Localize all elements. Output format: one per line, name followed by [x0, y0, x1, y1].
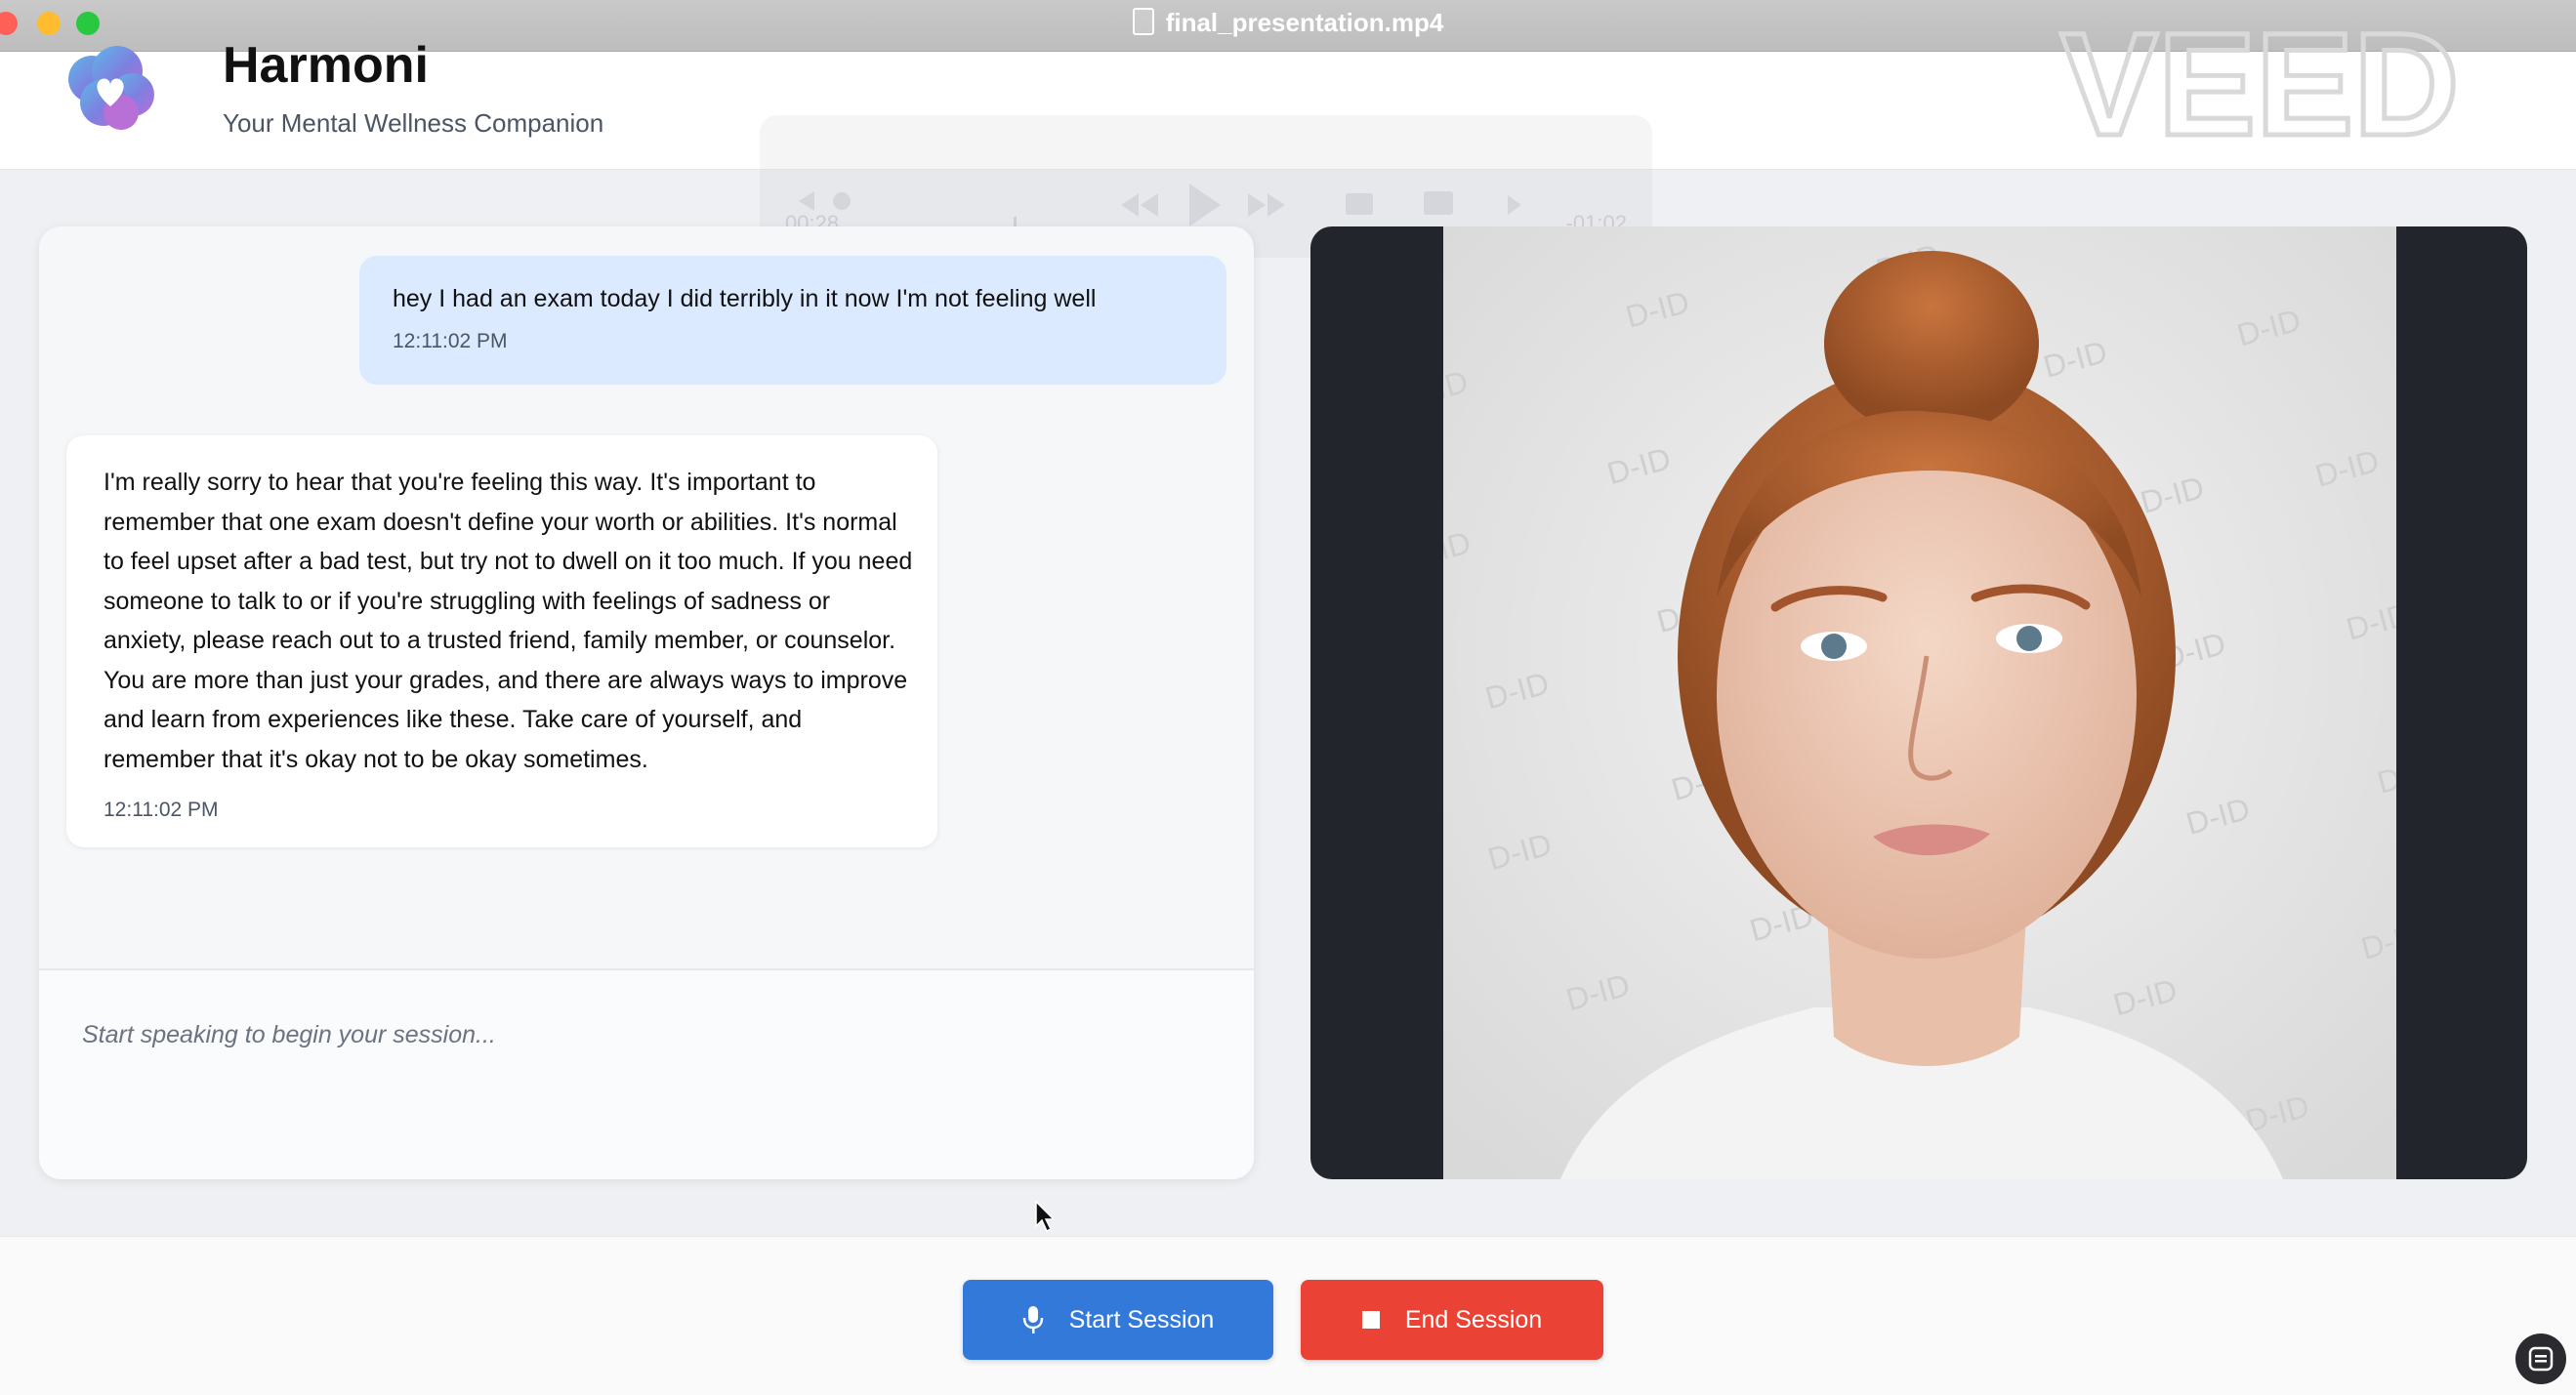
- hair-bun: [1824, 251, 2039, 436]
- avatar-video-panel: D-ID D-ID D-ID D-ID D-ID D-ID D-ID D-ID D-ID D-…: [1310, 226, 2527, 1179]
- start-session-button[interactable]: Start Session: [963, 1280, 1273, 1360]
- end-session-label: End Session: [1404, 1305, 1543, 1333]
- session-controls-bar: Start Session End Session: [0, 1236, 2576, 1395]
- app-name: Harmoni: [223, 37, 429, 94]
- message-list[interactable]: hey I had an exam today I did terribly i…: [39, 226, 1254, 939]
- end-session-button[interactable]: End Session: [1301, 1280, 1603, 1360]
- volume-icon: [799, 191, 814, 211]
- start-session-label: Start Session: [1068, 1305, 1215, 1333]
- app-tagline: Your Mental Wellness Companion: [223, 108, 604, 138]
- user-message-text: hey I had an exam today I did terribly i…: [393, 285, 1097, 312]
- stop-icon: [1361, 1311, 1380, 1329]
- assistant-message-text: I'm really sorry to hear that you're fee…: [104, 469, 913, 773]
- veed-watermark: VEED: [2058, 22, 2462, 149]
- screen-capture-icon[interactable]: [2515, 1333, 2566, 1384]
- microphone-icon: [1022, 1305, 1044, 1334]
- transcript-input-area[interactable]: Start speaking to begin your session...: [39, 968, 1254, 1179]
- document-icon: [1132, 8, 1154, 35]
- window-title-text: final_presentation.mp4: [1165, 8, 1444, 37]
- session-placeholder: Start speaking to begin your session...: [82, 1021, 496, 1048]
- assistant-message-time: 12:11:02 PM: [104, 799, 219, 821]
- assistant-message: I'm really sorry to hear that you're fee…: [66, 435, 937, 847]
- avatar-video: D-IDD-ID D-IDD-ID D-IDD-ID D-IDD-ID D-ID D-…: [1443, 226, 2396, 1179]
- harmoni-logo-icon: [68, 46, 154, 130]
- user-message: hey I had an exam today I did terribly i…: [359, 256, 1226, 385]
- chat-panel: hey I had an exam today I did terribly i…: [39, 226, 1254, 1179]
- play-icon: [1189, 184, 1221, 226]
- veed-watermark-text: VEED: [2060, 22, 2459, 149]
- mouse-cursor-icon: [1035, 1201, 1056, 1233]
- user-message-time: 12:11:02 PM: [393, 330, 508, 352]
